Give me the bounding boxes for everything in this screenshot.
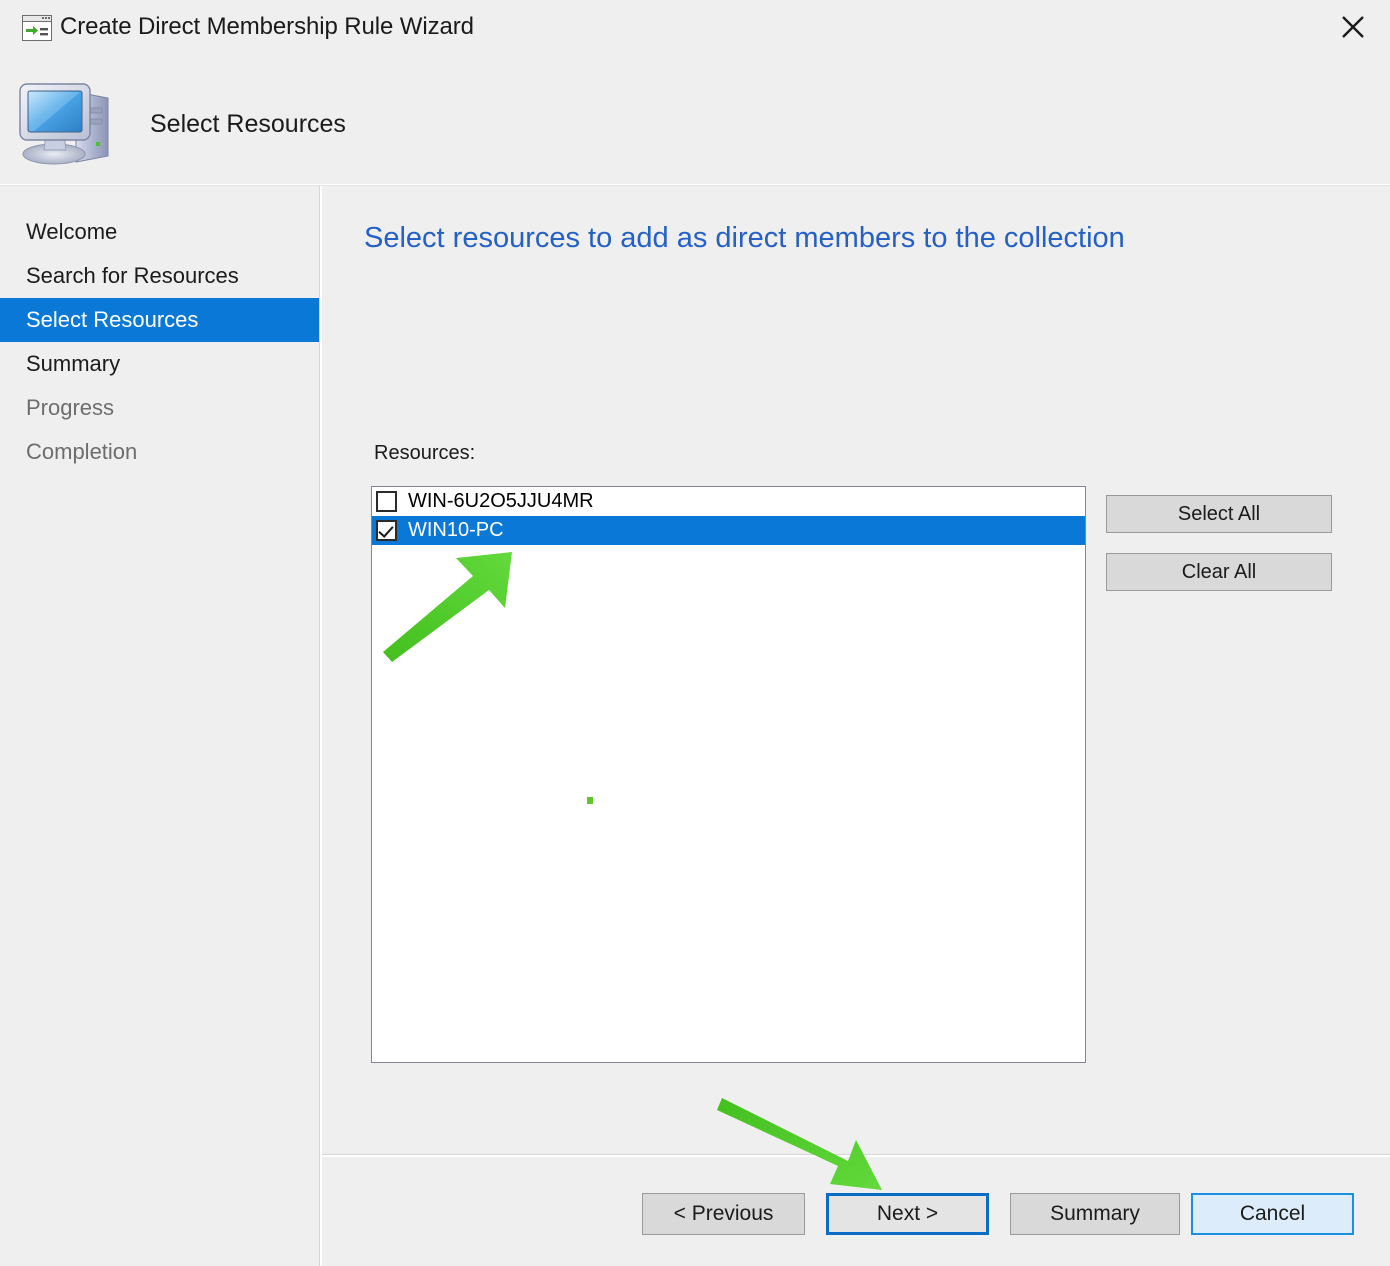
sidebar-item-select-resources[interactable]: Select Resources — [0, 298, 319, 342]
wizard-footer: < Previous Next > Summary Cancel — [322, 1157, 1390, 1266]
content-heading: Select resources to add as direct member… — [364, 222, 1125, 254]
sidebar-item-summary[interactable]: Summary — [0, 342, 319, 386]
resource-name: WIN-6U2O5JJU4MR — [408, 490, 594, 512]
sidebar-item-welcome[interactable]: Welcome — [0, 210, 319, 254]
sidebar-item-completion[interactable]: Completion — [0, 430, 319, 474]
content-pane: Select resources to add as direct member… — [322, 186, 1390, 1154]
annotation-dot — [587, 797, 593, 804]
close-icon[interactable] — [1324, 2, 1382, 52]
resource-name: WIN10-PC — [408, 519, 504, 541]
sidebar-item-search-for-resources[interactable]: Search for Resources — [0, 254, 319, 298]
resource-checkbox[interactable] — [376, 520, 397, 541]
computer-icon — [14, 76, 120, 168]
wizard-step-nav: Welcome Search for Resources Select Reso… — [0, 186, 319, 1266]
wizard-header: Select Resources — [0, 58, 1390, 185]
list-item[interactable]: WIN10-PC — [372, 516, 1085, 545]
sidebar-item-progress[interactable]: Progress — [0, 386, 319, 430]
summary-button[interactable]: Summary — [1010, 1193, 1180, 1235]
cancel-button[interactable]: Cancel — [1191, 1193, 1354, 1235]
window-title: Create Direct Membership Rule Wizard — [60, 13, 474, 40]
page-title: Select Resources — [150, 110, 346, 138]
previous-button[interactable]: < Previous — [642, 1193, 805, 1235]
wizard-window-icon — [22, 15, 52, 41]
resources-listbox[interactable]: WIN-6U2O5JJU4MR WIN10-PC — [371, 486, 1086, 1063]
resources-label: Resources: — [374, 442, 476, 464]
resource-checkbox[interactable] — [376, 491, 397, 512]
select-all-button[interactable]: Select All — [1106, 495, 1332, 533]
next-button[interactable]: Next > — [826, 1193, 989, 1235]
title-bar: Create Direct Membership Rule Wizard — [0, 0, 1390, 58]
clear-all-button[interactable]: Clear All — [1106, 553, 1332, 591]
wizard-window: Create Direct Membership Rule Wizard Sel… — [0, 0, 1390, 1266]
list-item[interactable]: WIN-6U2O5JJU4MR — [372, 487, 1085, 516]
